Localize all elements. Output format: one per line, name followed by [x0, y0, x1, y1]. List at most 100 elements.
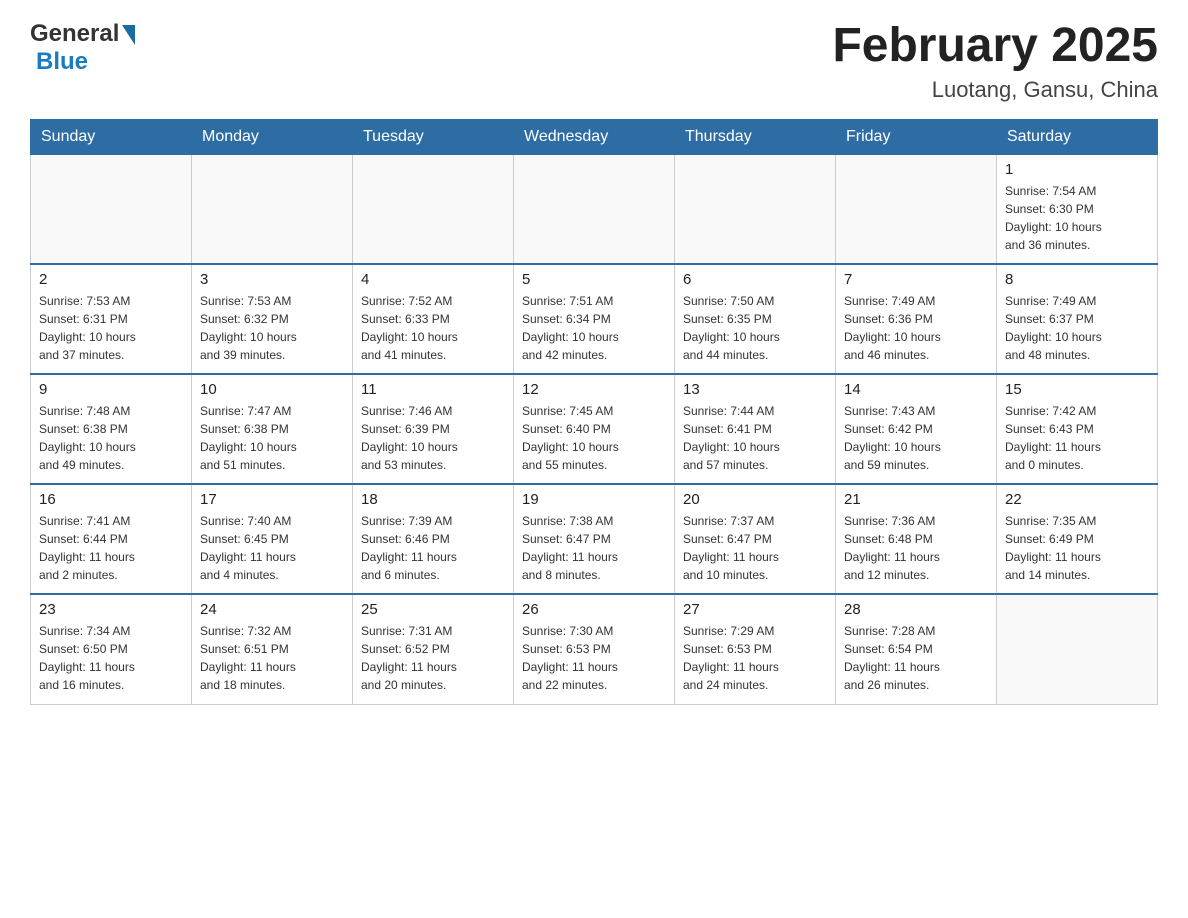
calendar-day-cell: 15Sunrise: 7:42 AM Sunset: 6:43 PM Dayli…: [997, 374, 1158, 484]
day-number: 3: [200, 271, 344, 288]
day-number: 15: [1005, 381, 1149, 398]
logo-triangle-icon: [122, 25, 135, 45]
day-number: 20: [683, 491, 827, 508]
calendar-day-cell: [192, 154, 353, 264]
calendar-day-cell: 17 Sunrise: 7:40 AM Sunset: 6:45 PM Dayli…: [192, 484, 353, 594]
day-info: Sunrise: 7:41 AM Sunset: 6:44 PM Dayligh…: [39, 512, 183, 584]
calendar-day-cell: 11 Sunrise: 7:46 AM Sunset: 6:39 PM Dayli…: [353, 374, 514, 484]
weekday-header: Saturday: [997, 119, 1158, 154]
weekday-header: Sunday: [31, 119, 192, 154]
day-info: Sunrise: 7:49 AM Sunset: 6:36 PM Dayligh…: [844, 292, 988, 364]
day-number: 12: [522, 381, 666, 398]
calendar-week-row: 9 Sunrise: 7:48 AM Sunset: 6:38 PM Daylig…: [31, 374, 1158, 484]
day-info: Sunrise: 7:36 AM Sunset: 6:48 PM Dayligh…: [844, 512, 988, 584]
day-number: 17: [200, 491, 344, 508]
day-info: Sunrise: 7:53 AM Sunset: 6:32 PM Dayligh…: [200, 292, 344, 364]
calendar-day-cell: 14Sunrise: 7:43 AM Sunset: 6:42 PM Dayli…: [836, 374, 997, 484]
calendar-day-cell: [514, 154, 675, 264]
logo: General Blue: [30, 20, 135, 76]
day-info: Sunrise: 7:40 AM Sunset: 6:45 PM Dayligh…: [200, 512, 344, 584]
day-info: Sunrise: 7:38 AM Sunset: 6:47 PM Dayligh…: [522, 512, 666, 584]
day-number: 1: [1005, 161, 1149, 178]
day-info: Sunrise: 7:51 AM Sunset: 6:34 PM Dayligh…: [522, 292, 666, 364]
day-number: 4: [361, 271, 505, 288]
logo-general-text: General: [30, 20, 119, 48]
calendar-day-cell: [997, 594, 1158, 704]
day-number: 11: [361, 381, 505, 398]
day-number: 13: [683, 381, 827, 398]
day-number: 16: [39, 491, 183, 508]
day-info: Sunrise: 7:39 AM Sunset: 6:46 PM Dayligh…: [361, 512, 505, 584]
day-number: 8: [1005, 271, 1149, 288]
calendar-day-cell: 27Sunrise: 7:29 AM Sunset: 6:53 PM Dayli…: [675, 594, 836, 704]
calendar-week-row: 23Sunrise: 7:34 AM Sunset: 6:50 PM Dayli…: [31, 594, 1158, 704]
day-number: 5: [522, 271, 666, 288]
calendar-day-cell: 5 Sunrise: 7:51 AM Sunset: 6:34 PM Daylig…: [514, 264, 675, 374]
location-title: Luotang, Gansu, China: [832, 77, 1158, 103]
calendar-week-row: 16 Sunrise: 7:41 AM Sunset: 6:44 PM Dayli…: [31, 484, 1158, 594]
calendar-week-row: 1 Sunrise: 7:54 AM Sunset: 6:30 PM Daylig…: [31, 154, 1158, 264]
calendar-day-cell: 2Sunrise: 7:53 AM Sunset: 6:31 PM Daylig…: [31, 264, 192, 374]
day-number: 10: [200, 381, 344, 398]
day-info: Sunrise: 7:47 AM Sunset: 6:38 PM Dayligh…: [200, 402, 344, 474]
weekday-header: Tuesday: [353, 119, 514, 154]
day-number: 22: [1005, 491, 1149, 508]
day-info: Sunrise: 7:28 AM Sunset: 6:54 PM Dayligh…: [844, 622, 988, 694]
weekday-header: Friday: [836, 119, 997, 154]
calendar-day-cell: 9 Sunrise: 7:48 AM Sunset: 6:38 PM Daylig…: [31, 374, 192, 484]
day-info: Sunrise: 7:35 AM Sunset: 6:49 PM Dayligh…: [1005, 512, 1149, 584]
day-number: 7: [844, 271, 988, 288]
calendar-day-cell: 24 Sunrise: 7:32 AM Sunset: 6:51 PM Dayli…: [192, 594, 353, 704]
day-number: 23: [39, 601, 183, 618]
calendar-day-cell: 22 Sunrise: 7:35 AM Sunset: 6:49 PM Dayli…: [997, 484, 1158, 594]
calendar-day-cell: [353, 154, 514, 264]
day-info: Sunrise: 7:48 AM Sunset: 6:38 PM Dayligh…: [39, 402, 183, 474]
day-number: 2: [39, 271, 183, 288]
calendar-day-cell: [31, 154, 192, 264]
day-info: Sunrise: 7:50 AM Sunset: 6:35 PM Dayligh…: [683, 292, 827, 364]
calendar-day-cell: [836, 154, 997, 264]
page-header: General Blue February 2025 Luotang, Gans…: [30, 20, 1158, 103]
day-info: Sunrise: 7:43 AM Sunset: 6:42 PM Dayligh…: [844, 402, 988, 474]
day-number: 26: [522, 601, 666, 618]
calendar-week-row: 2Sunrise: 7:53 AM Sunset: 6:31 PM Daylig…: [31, 264, 1158, 374]
calendar-header-row: SundayMondayTuesdayWednesdayThursdayFrid…: [31, 119, 1158, 154]
calendar-day-cell: 4 Sunrise: 7:52 AM Sunset: 6:33 PM Daylig…: [353, 264, 514, 374]
day-info: Sunrise: 7:29 AM Sunset: 6:53 PM Dayligh…: [683, 622, 827, 694]
day-number: 18: [361, 491, 505, 508]
weekday-header: Thursday: [675, 119, 836, 154]
calendar-day-cell: 18 Sunrise: 7:39 AM Sunset: 6:46 PM Dayli…: [353, 484, 514, 594]
calendar-day-cell: 10 Sunrise: 7:47 AM Sunset: 6:38 PM Dayli…: [192, 374, 353, 484]
calendar-day-cell: 6Sunrise: 7:50 AM Sunset: 6:35 PM Daylig…: [675, 264, 836, 374]
calendar-day-cell: 26 Sunrise: 7:30 AM Sunset: 6:53 PM Dayli…: [514, 594, 675, 704]
day-number: 9: [39, 381, 183, 398]
day-number: 21: [844, 491, 988, 508]
calendar-day-cell: 25 Sunrise: 7:31 AM Sunset: 6:52 PM Dayli…: [353, 594, 514, 704]
day-info: Sunrise: 7:49 AM Sunset: 6:37 PM Dayligh…: [1005, 292, 1149, 364]
title-section: February 2025 Luotang, Gansu, China: [832, 20, 1158, 103]
calendar-table: SundayMondayTuesdayWednesdayThursdayFrid…: [30, 119, 1158, 705]
calendar-day-cell: 1 Sunrise: 7:54 AM Sunset: 6:30 PM Daylig…: [997, 154, 1158, 264]
calendar-day-cell: 19 Sunrise: 7:38 AM Sunset: 6:47 PM Dayli…: [514, 484, 675, 594]
day-number: 19: [522, 491, 666, 508]
calendar-day-cell: 8 Sunrise: 7:49 AM Sunset: 6:37 PM Daylig…: [997, 264, 1158, 374]
day-info: Sunrise: 7:30 AM Sunset: 6:53 PM Dayligh…: [522, 622, 666, 694]
day-info: Sunrise: 7:37 AM Sunset: 6:47 PM Dayligh…: [683, 512, 827, 584]
calendar-day-cell: 21 Sunrise: 7:36 AM Sunset: 6:48 PM Dayli…: [836, 484, 997, 594]
day-info: Sunrise: 7:54 AM Sunset: 6:30 PM Dayligh…: [1005, 182, 1149, 254]
weekday-header: Monday: [192, 119, 353, 154]
day-number: 24: [200, 601, 344, 618]
calendar-day-cell: 7 Sunrise: 7:49 AM Sunset: 6:36 PM Daylig…: [836, 264, 997, 374]
calendar-day-cell: 28Sunrise: 7:28 AM Sunset: 6:54 PM Dayli…: [836, 594, 997, 704]
day-info: Sunrise: 7:46 AM Sunset: 6:39 PM Dayligh…: [361, 402, 505, 474]
weekday-header: Wednesday: [514, 119, 675, 154]
day-number: 25: [361, 601, 505, 618]
day-info: Sunrise: 7:45 AM Sunset: 6:40 PM Dayligh…: [522, 402, 666, 474]
month-title: February 2025: [832, 20, 1158, 73]
day-info: Sunrise: 7:32 AM Sunset: 6:51 PM Dayligh…: [200, 622, 344, 694]
day-info: Sunrise: 7:31 AM Sunset: 6:52 PM Dayligh…: [361, 622, 505, 694]
calendar-day-cell: 3 Sunrise: 7:53 AM Sunset: 6:32 PM Daylig…: [192, 264, 353, 374]
day-info: Sunrise: 7:52 AM Sunset: 6:33 PM Dayligh…: [361, 292, 505, 364]
calendar-day-cell: [675, 154, 836, 264]
calendar-day-cell: 13Sunrise: 7:44 AM Sunset: 6:41 PM Dayli…: [675, 374, 836, 484]
